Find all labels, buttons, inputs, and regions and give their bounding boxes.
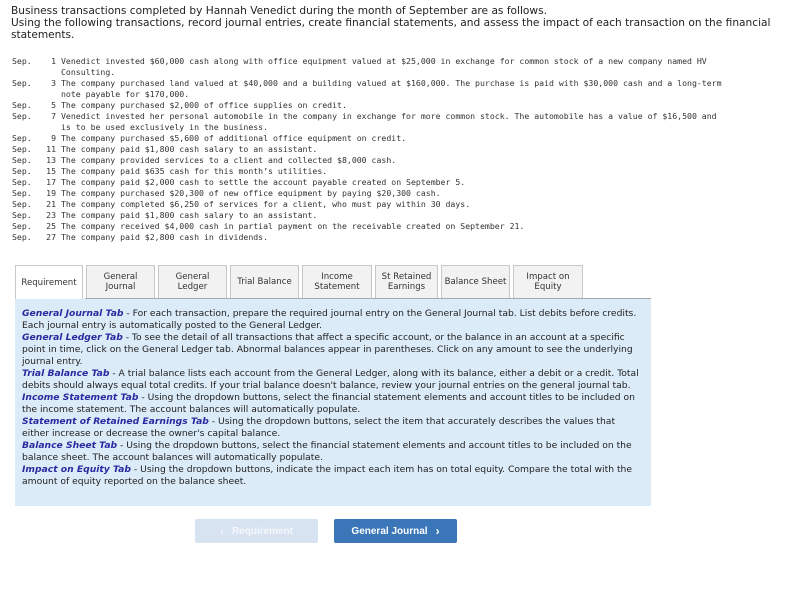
instruction-keyword: Impact on Equity Tab: [22, 464, 131, 475]
instruction-keyword: Income Statement Tab: [22, 392, 139, 403]
transaction-month: Sep.: [12, 56, 32, 66]
transaction-month: Sep.: [12, 155, 32, 165]
instruction-paragraph: General Ledger Tab - To see the detail o…: [22, 332, 643, 368]
transaction-day: 3: [51, 78, 56, 88]
transaction-text: The company purchased $5,600 of addition…: [61, 133, 407, 143]
tab-balance-sheet[interactable]: Balance Sheet: [441, 265, 510, 299]
instruction-keyword: General Journal Tab: [22, 308, 124, 319]
instruction-keyword: General Ledger Tab: [22, 332, 123, 343]
transaction-row: Sep. 23 The company paid $1,800 cash salar…: [12, 210, 782, 221]
tab-label: Income Statement: [314, 271, 360, 293]
instruction-keyword: Trial Balance Tab: [22, 368, 110, 379]
tab-general-ledger[interactable]: General Ledger: [158, 265, 227, 299]
transaction-text: Venedict invested $60,000 cash along wit…: [61, 56, 707, 77]
intro-line-2: Using the following transactions, record…: [11, 17, 771, 42]
transaction-row: Sep. 25 The company received $4,000 cash i…: [12, 221, 782, 232]
chevron-right-icon: ›: [435, 524, 440, 538]
transaction-month: Sep.: [12, 111, 32, 121]
transaction-row: Sep. 1 Venedict invested $60,000 cash alon…: [12, 56, 782, 78]
transaction-text: The company paid $1,800 cash salary to a…: [61, 144, 318, 154]
transaction-text: The company purchased $20,300 of new off…: [61, 188, 441, 198]
tab-label: General Journal: [103, 271, 138, 293]
transaction-day: 27: [46, 232, 56, 242]
transaction-text: The company purchased $2,000 of office s…: [61, 100, 347, 110]
transaction-text: The company completed $6,250 of services…: [61, 199, 471, 209]
transaction-month: Sep.: [12, 210, 32, 220]
transaction-list: Sep. 1 Venedict invested $60,000 cash alon…: [12, 56, 782, 243]
transaction-row: Sep. 3 The company purchased land valued a…: [12, 78, 782, 100]
transaction-day: 11: [46, 144, 56, 154]
transaction-row: Sep. 27 The company paid $2,800 cash in di…: [12, 232, 782, 243]
instruction-paragraph: Income Statement Tab - Using the dropdow…: [22, 392, 643, 416]
next-general-journal-button[interactable]: General Journal ›: [334, 519, 457, 543]
transaction-month: Sep.: [12, 133, 32, 143]
transaction-month: Sep.: [12, 232, 32, 242]
instruction-keyword: Statement of Retained Earnings Tab: [22, 416, 209, 427]
transaction-month: Sep.: [12, 177, 32, 187]
transaction-day: 19: [46, 188, 56, 198]
tab-income-statement[interactable]: Income Statement: [302, 265, 372, 299]
transaction-row: Sep. 21 The company completed $6,250 of se…: [12, 199, 782, 210]
transaction-month: Sep.: [12, 100, 32, 110]
transaction-day: 25: [46, 221, 56, 231]
transaction-day: 17: [46, 177, 56, 187]
instruction-paragraph: Statement of Retained Earnings Tab - Usi…: [22, 416, 643, 440]
transaction-text: The company paid $2,800 cash in dividend…: [61, 232, 269, 242]
transaction-row: Sep. 13 The company provided services to a…: [12, 155, 782, 166]
chevron-left-icon: ‹: [219, 524, 224, 538]
transaction-text: The company paid $635 cash for this mont…: [61, 166, 328, 176]
tab-label: Requirement: [21, 277, 77, 288]
instruction-paragraph: General Journal Tab - For each transacti…: [22, 308, 643, 332]
transaction-day: 1: [51, 56, 56, 66]
tab-requirement[interactable]: Requirement: [15, 265, 83, 300]
previous-requirement-button[interactable]: ‹ Requirement: [195, 519, 318, 543]
transaction-day: 5: [51, 100, 56, 110]
transaction-text: The company provided services to a clien…: [61, 155, 397, 165]
transaction-row: Sep. 7 Venedict invested her personal auto…: [12, 111, 782, 133]
transaction-row: Sep. 17 The company paid $2,000 cash to se…: [12, 177, 782, 188]
transaction-day: 15: [46, 166, 56, 176]
tab-label: St Retained Earnings: [381, 271, 432, 293]
transaction-text: The company paid $1,800 cash salary to a…: [61, 210, 318, 220]
tab-impact-on-equity[interactable]: Impact on Equity: [513, 265, 583, 299]
tab-st-retained-earnings[interactable]: St Retained Earnings: [375, 265, 438, 299]
intro: Business transactions completed by Hanna…: [11, 5, 781, 42]
transaction-day: 23: [46, 210, 56, 220]
intro-line-1: Business transactions completed by Hanna…: [11, 5, 547, 17]
instructions-panel: General Journal Tab - For each transacti…: [15, 299, 651, 506]
instruction-paragraph: Trial Balance Tab - A trial balance list…: [22, 368, 643, 392]
transaction-text: The company paid $2,000 cash to settle t…: [61, 177, 466, 187]
tab-trial-balance[interactable]: Trial Balance: [230, 265, 299, 299]
transaction-month: Sep.: [12, 78, 32, 88]
transaction-month: Sep.: [12, 188, 32, 198]
transaction-day: 7: [51, 111, 56, 121]
tab-label: Trial Balance: [237, 276, 292, 287]
transaction-text: The company received $4,000 cash in part…: [61, 221, 525, 231]
transaction-month: Sep.: [12, 221, 32, 231]
instruction-keyword: Balance Sheet Tab: [22, 440, 118, 451]
transaction-text: The company purchased land valued at $40…: [61, 78, 722, 99]
transaction-day: 9: [51, 133, 56, 143]
instruction-text: - A trial balance lists each account fro…: [22, 368, 639, 391]
tab-strip: Requirement General Journal General Ledger Tr…: [15, 265, 586, 300]
transaction-row: Sep. 9 The company purchased $5,600 of add…: [12, 133, 782, 144]
transaction-row: Sep. 11 The company paid $1,800 cash salar…: [12, 144, 782, 155]
transaction-month: Sep.: [12, 199, 32, 209]
instruction-paragraph: Impact on Equity Tab - Using the dropdow…: [22, 464, 643, 488]
tab-general-journal[interactable]: General Journal: [86, 265, 155, 299]
next-button-label: General Journal: [351, 525, 428, 537]
transaction-day: 13: [46, 155, 56, 165]
transaction-month: Sep.: [12, 144, 32, 154]
transaction-row: Sep. 5 The company purchased $2,000 of off…: [12, 100, 782, 111]
transaction-day: 21: [46, 199, 56, 209]
instruction-paragraph: Balance Sheet Tab - Using the dropdown b…: [22, 440, 643, 464]
tab-label: General Ledger: [175, 271, 210, 293]
transaction-row: Sep. 15 The company paid $635 cash for thi…: [12, 166, 782, 177]
transaction-month: Sep.: [12, 166, 32, 176]
previous-button-label: Requirement: [231, 525, 294, 537]
tab-label: Balance Sheet: [444, 276, 507, 287]
tab-label: Impact on Equity: [526, 271, 570, 293]
transaction-text: Venedict invested her personal automobil…: [61, 111, 717, 132]
transaction-row: Sep. 19 The company purchased $20,300 of n…: [12, 188, 782, 199]
